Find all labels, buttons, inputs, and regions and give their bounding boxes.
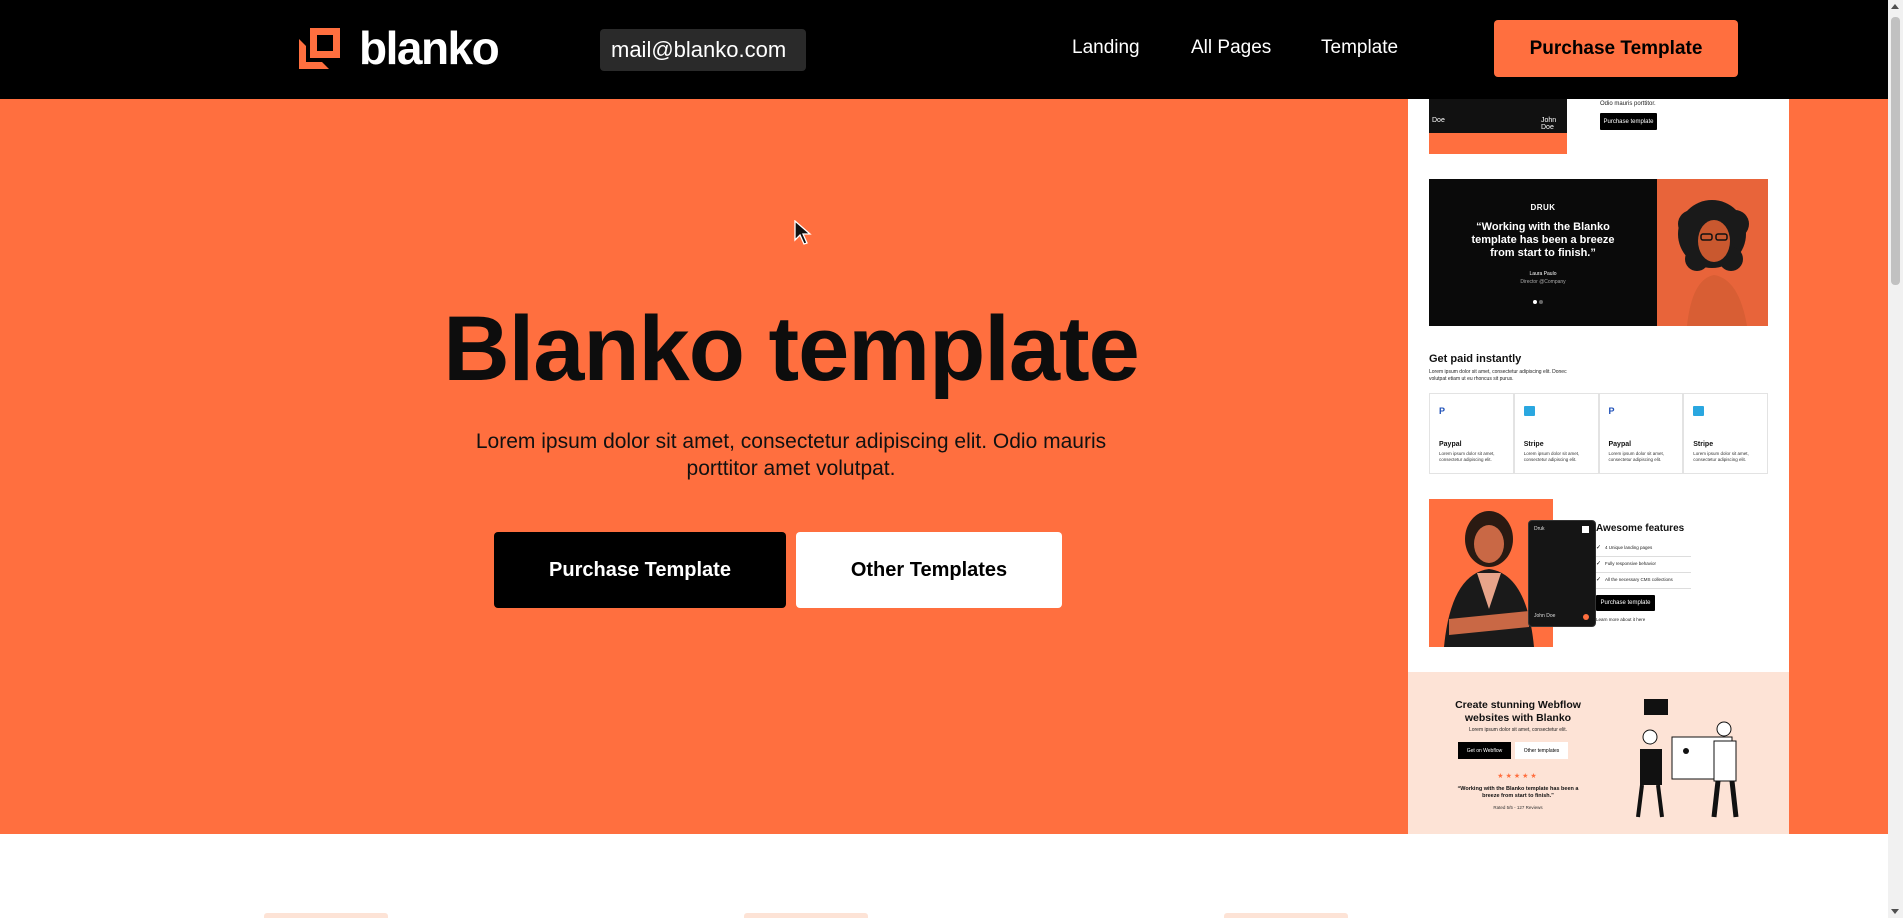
preview-card-desc: Lorem ipsum dolor sit amet, consectetur …: [1523, 451, 1580, 462]
preview-card-name: Stripe: [1523, 441, 1544, 448]
preview-top-button: Purchase template: [1600, 113, 1657, 130]
preview-feature-item: All the necessary CMS collections: [1596, 573, 1691, 589]
preview-testimonial-role: Director @Company: [1520, 279, 1566, 285]
stripe-icon: [1693, 406, 1705, 416]
email-link[interactable]: mail@blanko.com: [600, 29, 807, 71]
logo-mark-icon: [299, 27, 340, 69]
preview-testimonial-brand: DRUK: [1530, 203, 1556, 212]
preview-top-image: Doe John Doe: [1429, 99, 1567, 154]
preview-card-desc: Lorem ipsum dolor sit amet, consectetur …: [1608, 451, 1665, 462]
brand-logo[interactable]: blanko: [299, 22, 500, 74]
paypal-icon: P: [1439, 406, 1450, 416]
preview-card-name: Paypal: [1608, 441, 1632, 448]
preview-testimonial-person: Laura Paulo: [1529, 271, 1557, 277]
section-card-top: [1224, 913, 1348, 918]
preview-cta-title: Create stunning Webflow websites with Bl…: [1455, 699, 1581, 724]
preview-card-stripe: Stripe Lorem ipsum dolor sit amet, conse…: [1513, 393, 1599, 474]
preview-cta-rating: Rated 5/5 - 127 Reviews: [1493, 805, 1543, 810]
preview-features-button: Purchase template: [1596, 595, 1655, 611]
hero-subtitle: Lorem ipsum dolor sit amet, consectetur …: [475, 430, 1107, 480]
hero-title: Blanko template: [443, 298, 1140, 400]
preview-testimonial: DRUK “Working with the Blanko template h…: [1429, 179, 1768, 326]
paypal-icon: P: [1608, 406, 1620, 416]
preview-cta-text: Lorem ipsum dolor sit amet, consectetur …: [1468, 727, 1568, 733]
stripe-icon: [1523, 406, 1535, 416]
preview-payments-text: Lorem ipsum dolor sit amet, consectetur …: [1429, 369, 1567, 382]
preview-card-holder: John Doe: [1534, 613, 1556, 619]
preview-features-title: Awesome features: [1596, 523, 1685, 534]
scrollbar-thumb[interactable]: [1891, 17, 1900, 285]
preview-cta-secondary-button: Other templates: [1515, 742, 1568, 759]
preview-name-right: John Doe: [1541, 117, 1557, 131]
preview-features-link: Learn more about it here: [1596, 617, 1646, 622]
preview-card-name: Stripe: [1693, 441, 1714, 448]
template-preview: Doe John Doe Odio mauris porttitor. Purc…: [1408, 99, 1789, 834]
nav-link-template[interactable]: Template: [1321, 36, 1398, 60]
nav-link-landing[interactable]: Landing: [1072, 36, 1140, 60]
preview-cta-primary-button: Get on Webflow: [1458, 742, 1511, 759]
vertical-scrollbar[interactable]: [1888, 0, 1903, 918]
preview-card-mockup: Druk John Doe: [1528, 520, 1596, 627]
preview-cta-quote: “Working with the Blanko template has be…: [1457, 786, 1579, 799]
preview-card-stripe: Stripe Lorem ipsum dolor sit amet, conse…: [1683, 393, 1768, 474]
next-section: [0, 834, 1888, 918]
brand-name: blanko: [359, 22, 500, 74]
people-illustration-icon: [1636, 699, 1739, 818]
preview-carousel-dots: [1533, 291, 1545, 309]
scroll-up-icon[interactable]: [1891, 4, 1899, 9]
preview-cta-section: Create stunning Webflow websites with Bl…: [1408, 672, 1789, 834]
preview-feature-item: Fully responsive behavior: [1596, 557, 1691, 573]
preview-card-desc: Lorem ipsum dolor sit amet, consectetur …: [1439, 451, 1495, 462]
preview-feature-item: 4 Unique landing pages: [1596, 541, 1691, 557]
preview-card-brand: Druk: [1534, 526, 1545, 532]
preview-rating-stars: ★★★★★: [1497, 773, 1539, 780]
mouse-cursor-icon: [794, 220, 812, 245]
section-card-top: [264, 913, 388, 918]
scroll-down-icon[interactable]: [1891, 909, 1899, 914]
preview-card-paypal: P Paypal Lorem ipsum dolor sit amet, con…: [1429, 393, 1514, 474]
top-navigation: blanko mail@blanko.com Landing All Pages…: [0, 0, 1888, 99]
preview-testimonial-quote: “Working with the Blanko template has be…: [1471, 221, 1615, 259]
preview-payments-title: Get paid instantly: [1429, 353, 1522, 365]
other-templates-button[interactable]: Other Templates: [796, 532, 1062, 608]
preview-top-text: Odio mauris porttitor.: [1600, 101, 1656, 107]
preview-name-left: Doe: [1432, 117, 1445, 124]
nav-link-all-pages[interactable]: All Pages: [1191, 36, 1271, 60]
hero-section: Blanko template Lorem ipsum dolor sit am…: [0, 99, 1888, 834]
preview-payment-cards: P Paypal Lorem ipsum dolor sit amet, con…: [1429, 393, 1768, 474]
preview-card-paypal: P Paypal Lorem ipsum dolor sit amet, con…: [1598, 393, 1684, 474]
preview-card-desc: Lorem ipsum dolor sit amet, consectetur …: [1693, 451, 1749, 462]
purchase-template-button[interactable]: Purchase Template: [494, 532, 786, 608]
purchase-template-nav-button[interactable]: Purchase Template: [1494, 20, 1738, 77]
preview-card-name: Paypal: [1439, 441, 1462, 448]
section-card-top: [744, 913, 868, 918]
preview-testimonial-photo: [1657, 179, 1768, 326]
